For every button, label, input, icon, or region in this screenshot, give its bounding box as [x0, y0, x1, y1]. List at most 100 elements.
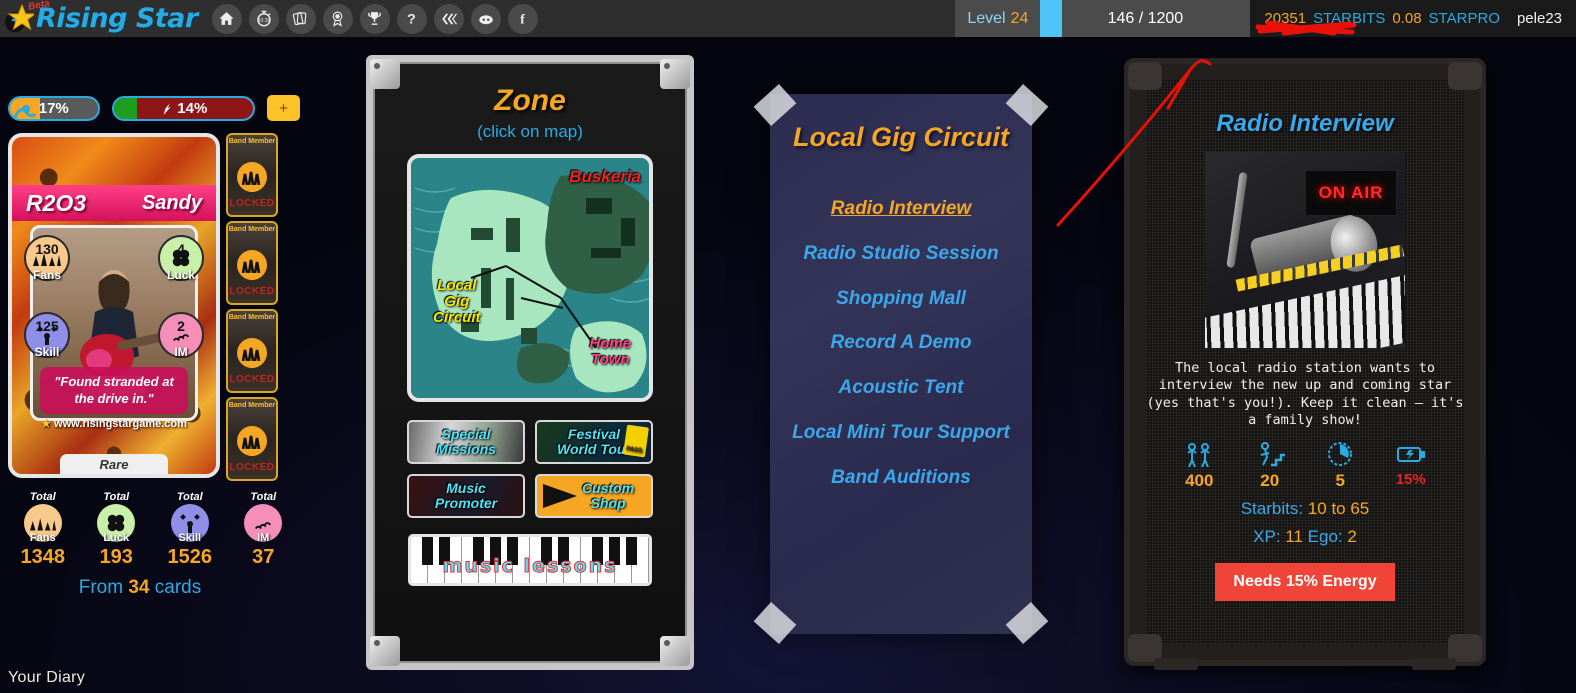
band-slot[interactable]: Band Member LOCKED [226, 309, 278, 393]
trophy-icon[interactable] [359, 3, 390, 34]
energy-value: 14% [177, 99, 208, 117]
discord-icon[interactable] [470, 3, 501, 34]
fame-bar[interactable]: 17% [8, 95, 100, 121]
gig-item-acoustic-tent[interactable]: Acoustic Tent [770, 366, 1032, 411]
fame-value: 17% [38, 99, 69, 117]
main-nav: 00:30 ? f [211, 3, 538, 34]
facebook-icon[interactable]: f [507, 3, 538, 34]
band-slot[interactable]: Band Member LOCKED [226, 397, 278, 481]
card-skill-value: 125 [35, 318, 59, 334]
zone-subtitle: (click on map) [477, 122, 583, 141]
cards-icon[interactable] [285, 3, 316, 34]
band-members-icon [237, 250, 267, 280]
gig-time-value: 5 [1335, 471, 1345, 491]
energy-value-wrap: 14% [114, 100, 254, 117]
total-fans-label: Fans [29, 532, 56, 544]
gig-detail-panel: Radio Interview ON AIR The local radio s… [1124, 58, 1486, 670]
festival-world-tour-button[interactable]: Festival World Tour PASS [535, 420, 653, 464]
currency-display: 20351 STARBITS 0.08 STARPRO pele23 [1250, 0, 1576, 37]
help-icon[interactable]: ? [396, 3, 427, 34]
zone-title: Zone [494, 84, 566, 117]
skill-icon [1252, 439, 1288, 469]
gig-item-record-a-demo[interactable]: Record A Demo [770, 321, 1032, 366]
energy-icon [1393, 439, 1429, 469]
tape-icon [753, 601, 797, 645]
music-lessons-button[interactable]: music lessons [408, 534, 652, 586]
total-fans: Total Fans 1348 [6, 491, 80, 569]
band-slot[interactable]: Band Member LOCKED [226, 221, 278, 305]
gig-item-radio-studio-session[interactable]: Radio Studio Session [770, 232, 1032, 277]
map-label-buskeria[interactable]: Buskeria [569, 168, 641, 186]
band-slot-state: LOCKED [229, 286, 275, 297]
app-root: Beta Rising Star 00:30 ? f Level 24 146 … [0, 0, 1576, 693]
gig-item-radio-interview[interactable]: Radio Interview [770, 187, 1032, 232]
home-icon[interactable] [211, 3, 242, 34]
card-area: R2O3 Sandy 130 Fans 4 Luck 125 Skill 2 I… [0, 133, 300, 481]
timer-icon[interactable]: 00:30 [248, 3, 279, 34]
total-im-icon: IM [244, 504, 283, 544]
band-slot-title: Band Member [228, 402, 276, 409]
band-slot-state: LOCKED [229, 198, 275, 209]
band-slot[interactable]: Band Member LOCKED [226, 133, 278, 217]
case-corner-icon [660, 59, 690, 89]
starpro-value: 0.08 [1392, 10, 1422, 27]
map-label-local-gig-circuit[interactable]: Local Gig Circuit [433, 278, 481, 325]
festival-world-tour-label: Festival World Tour [557, 426, 631, 457]
band-members-icon [237, 426, 267, 456]
energy-bar[interactable]: 14% [111, 95, 256, 121]
hive-icon[interactable] [433, 3, 464, 34]
total-fans-value: 1348 [20, 546, 66, 568]
total-luck-label: Luck [103, 532, 130, 544]
site-logo[interactable]: Beta Rising Star [0, 0, 198, 37]
card-im-value: 2 [177, 318, 185, 334]
gig-fans-value: 400 [1185, 471, 1214, 491]
top-header: Beta Rising Star 00:30 ? f Level 24 146 … [0, 0, 1576, 37]
level-value: 24 [1010, 9, 1029, 27]
from-cards-count: 34 [128, 577, 150, 598]
add-energy-button[interactable]: + [267, 95, 300, 121]
keyboard-icon [1205, 273, 1405, 348]
total-caption: Total [176, 491, 203, 503]
card-fans-value: 130 [35, 241, 59, 257]
level-label: Level [967, 9, 1006, 27]
from-cards-prefix: From [78, 577, 129, 598]
amp-foot-icon [1154, 658, 1198, 670]
card-url: ★ www.risingstargame.com [12, 417, 216, 430]
tape-icon [1005, 601, 1049, 645]
starbits-value: 20351 [1264, 10, 1307, 27]
card-stat-skill: 125 Skill [24, 312, 70, 359]
start-gig-button[interactable]: Needs 15% Energy [1215, 563, 1395, 602]
zone-map[interactable]: Buskeria Local Gig Circuit Home Town [407, 154, 653, 402]
custom-shop-button[interactable]: Custom Shop [535, 474, 653, 518]
card-stat-luck: 4 Luck [158, 235, 204, 282]
hero-card[interactable]: R2O3 Sandy 130 Fans 4 Luck 125 Skill 2 I… [8, 133, 220, 478]
card-luck-label: Luck [166, 268, 195, 282]
card-name: Sandy [141, 191, 202, 214]
case-corner-icon [370, 636, 400, 666]
music-promoter-button[interactable]: Music Promoter [407, 474, 525, 518]
gig-xp-ego-line: XP: 11 Ego: 2 [1130, 519, 1480, 547]
card-id: R2O3 [26, 189, 87, 216]
gig-items: Radio Interview Radio Studio Session Sho… [770, 153, 1032, 501]
fans-icon [1181, 439, 1217, 469]
total-caption: Total [250, 491, 277, 503]
username[interactable]: pele23 [1507, 10, 1562, 27]
gig-item-shopping-mall[interactable]: Shopping Mall [770, 277, 1032, 322]
gig-energy-value: 15% [1395, 471, 1426, 489]
gig-item-band-auditions[interactable]: Band Auditions [770, 456, 1032, 501]
card-url-text: www.risingstargame.com [54, 418, 187, 430]
gig-detail-image: ON AIR [1205, 152, 1405, 348]
special-missions-button[interactable]: Special Missions [407, 420, 525, 464]
case-corner-icon [370, 59, 400, 89]
medal-icon[interactable] [322, 3, 353, 34]
custom-shop-label: Custom Shop [581, 480, 635, 511]
case-corner-icon [660, 636, 690, 666]
gig-panel-title: Local Gig Circuit [792, 122, 1010, 152]
map-label-home-town[interactable]: Home Town [589, 336, 631, 368]
total-caption: Total [103, 491, 130, 503]
gig-xp-value: 11 [1285, 527, 1303, 547]
festival-pass-badge: PASS [623, 424, 649, 458]
your-diary-link[interactable]: Your Diary [8, 669, 85, 687]
status-bar: Level 24 146 / 1200 20351 STARBITS 0.08 … [955, 0, 1576, 37]
gig-item-local-mini-tour-support[interactable]: Local Mini Tour Support [770, 411, 1032, 456]
